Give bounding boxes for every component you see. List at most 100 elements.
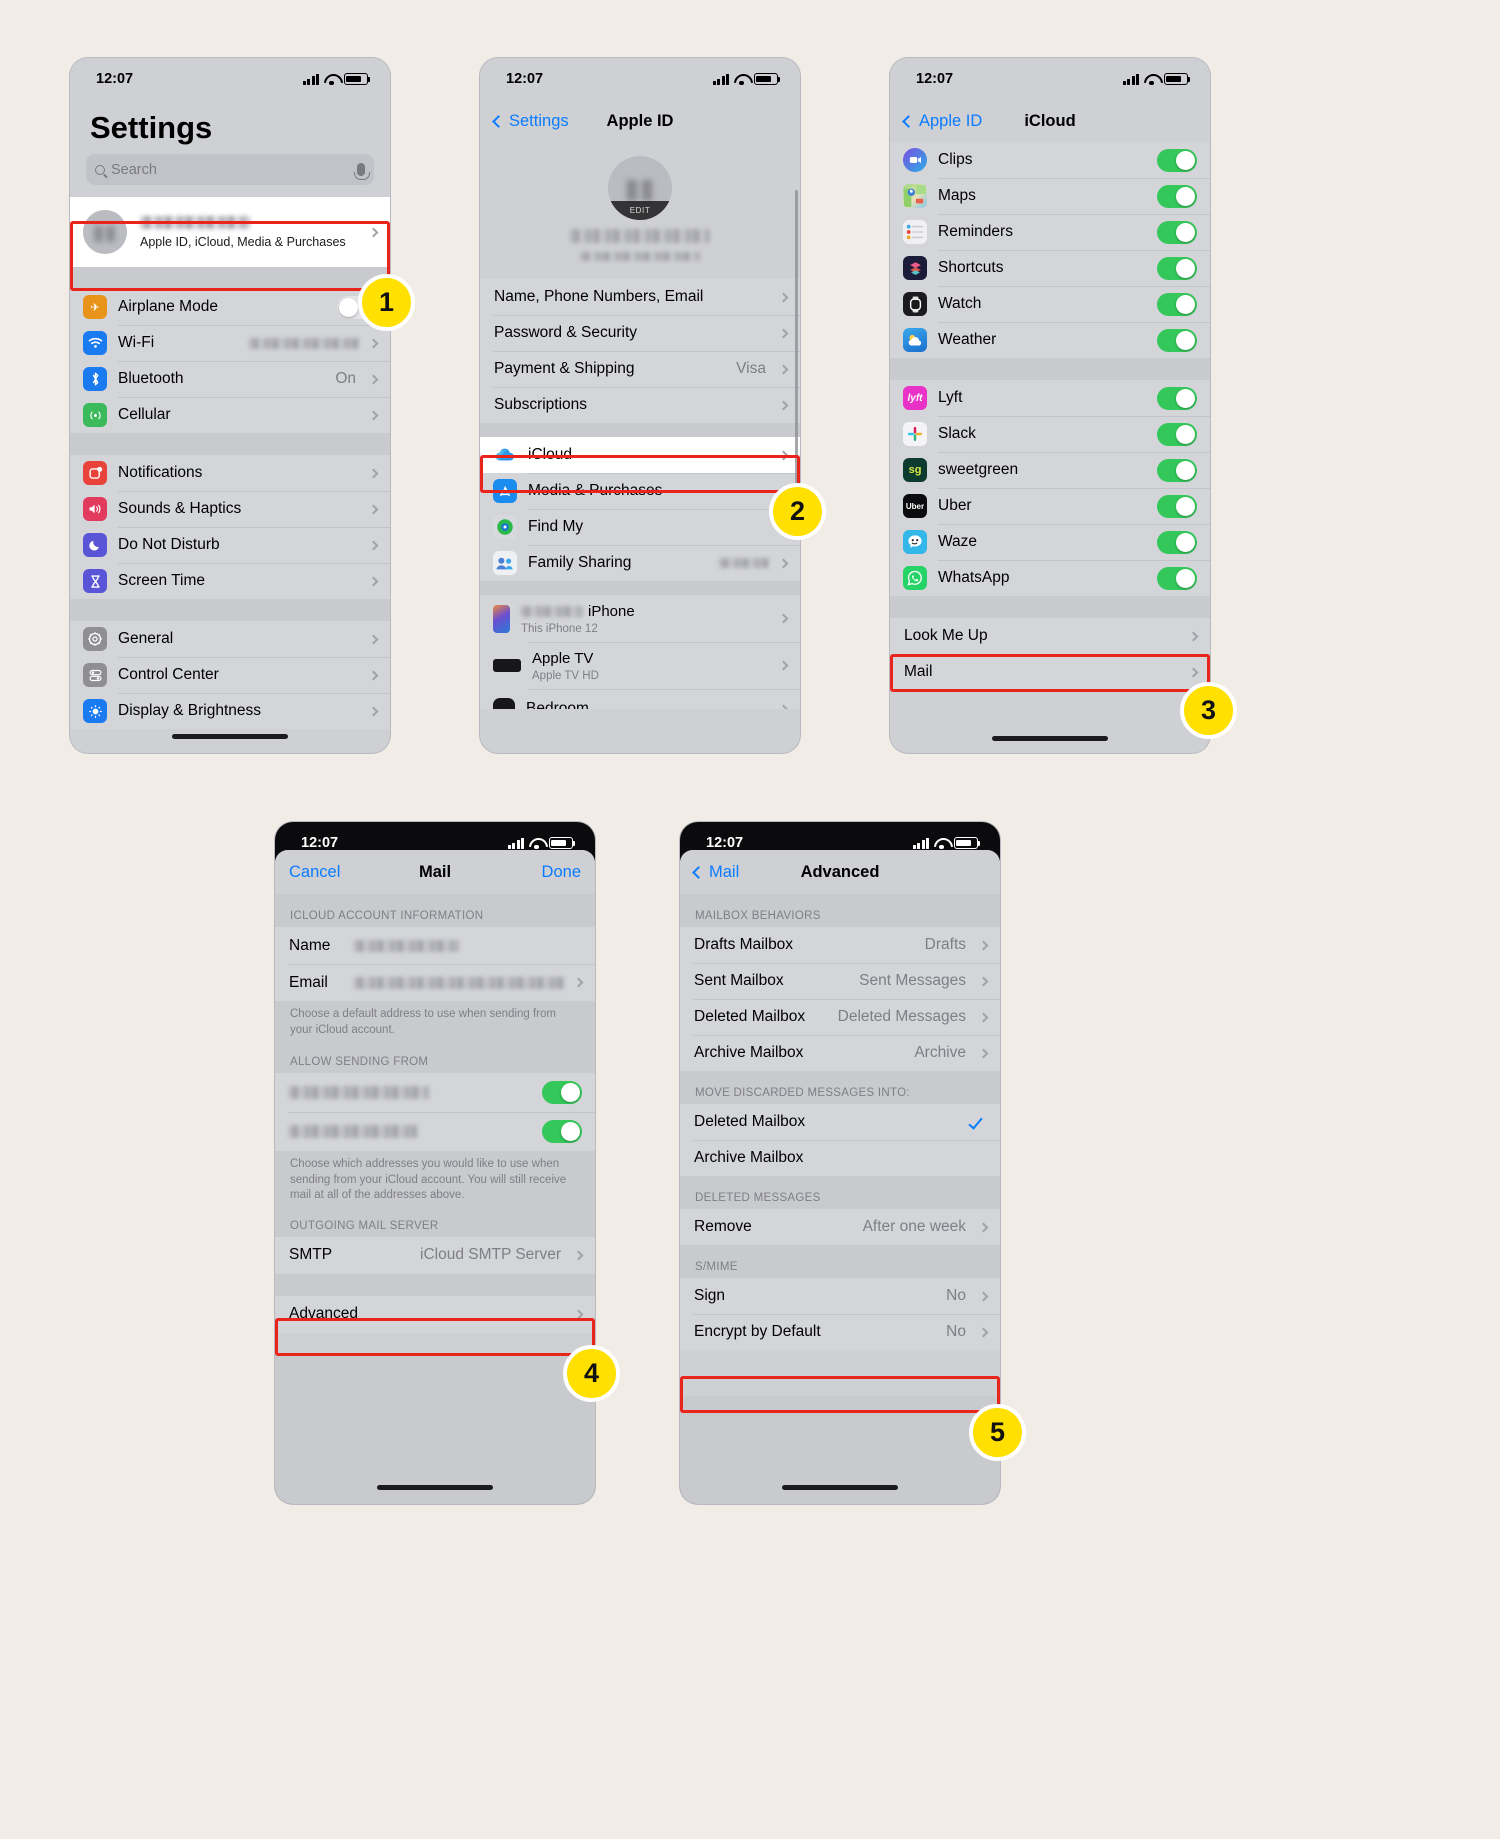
row-label: Wi-Fi xyxy=(118,334,155,351)
row-find-my[interactable]: Find My xyxy=(480,509,800,545)
toggle-clips[interactable] xyxy=(1157,148,1197,172)
icloud-app-row-watch[interactable]: Watch xyxy=(890,286,1210,322)
icloud-app-row-shortcuts[interactable]: Shortcuts xyxy=(890,250,1210,286)
toggle-weather[interactable] xyxy=(1157,328,1197,352)
row-password-security[interactable]: Password & Security xyxy=(480,315,800,351)
row-media-purchases[interactable]: Media & Purchases xyxy=(480,473,800,509)
chevron-left-icon xyxy=(902,114,915,128)
status-bar: 12:07 xyxy=(480,58,800,100)
row-encrypt-by-default[interactable]: Encrypt by Default No xyxy=(680,1314,1000,1350)
checkmark-icon xyxy=(968,1114,983,1130)
row-name[interactable]: Name xyxy=(275,927,595,964)
sidebar-item-notifications[interactable]: Notifications xyxy=(70,455,390,491)
apple-id-account-row[interactable]: ▮▮ Apple ID, iCloud, Media & Purchases xyxy=(70,197,390,267)
icloud-app-row-weather[interactable]: Weather xyxy=(890,322,1210,358)
back-button[interactable]: Apple ID xyxy=(902,112,982,131)
sidebar-item-control-center[interactable]: Control Center xyxy=(70,657,390,693)
row-label: General xyxy=(118,630,174,647)
toggle-whatsapp[interactable] xyxy=(1157,566,1197,590)
toggle-waze[interactable] xyxy=(1157,530,1197,554)
done-button[interactable]: Done xyxy=(542,863,581,882)
device-row-apple-tv[interactable]: Apple TV Apple TV HD xyxy=(480,642,800,689)
icloud-app-row-lyft[interactable]: lyft Lyft xyxy=(890,380,1210,416)
sidebar-item-display-brightness[interactable]: Display & Brightness xyxy=(70,693,390,729)
smime-group: Sign No Encrypt by Default No xyxy=(680,1278,1000,1350)
sidebar-item-airplane-mode[interactable]: ✈ Airplane Mode xyxy=(70,289,390,325)
toggle-sending-address-2[interactable] xyxy=(542,1120,582,1144)
row-archive-mailbox[interactable]: Archive Mailbox Archive xyxy=(680,1035,1000,1071)
chevron-right-icon xyxy=(573,977,584,988)
icloud-app-row-uber[interactable]: Uber Uber xyxy=(890,488,1210,524)
back-label: Settings xyxy=(509,111,569,130)
row-payment-shipping[interactable]: Payment & Shipping Visa xyxy=(480,351,800,387)
back-button[interactable]: Settings xyxy=(492,111,569,131)
search-input[interactable]: Search xyxy=(86,154,374,185)
sidebar-item-wifi[interactable]: Wi-Fi xyxy=(70,325,390,361)
sidebar-item-sounds-haptics[interactable]: Sounds & Haptics xyxy=(70,491,390,527)
section-divider xyxy=(275,1273,595,1296)
battery-icon xyxy=(549,837,576,849)
icloud-app-row-reminders[interactable]: Reminders xyxy=(890,214,1210,250)
shortcuts-icon xyxy=(903,256,927,280)
chevron-right-icon xyxy=(978,976,989,986)
account-subtitle: Apple ID, iCloud, Media & Purchases xyxy=(140,234,346,249)
toggle-watch[interactable] xyxy=(1157,292,1197,316)
row-drafts-mailbox[interactable]: Drafts Mailbox Drafts xyxy=(680,927,1000,963)
device-row-iphone[interactable]: iPhone This iPhone 12 xyxy=(480,595,800,642)
status-indicators xyxy=(1122,73,1191,86)
row-subscriptions[interactable]: Subscriptions xyxy=(480,387,800,423)
row-smtp[interactable]: SMTP iCloud SMTP Server xyxy=(275,1236,595,1274)
avatar[interactable]: ▮▮ EDIT xyxy=(608,156,672,220)
row-icloud[interactable]: iCloud xyxy=(480,437,800,473)
sidebar-item-bluetooth[interactable]: Bluetooth On xyxy=(70,361,390,397)
row-look-me-up[interactable]: Look Me Up xyxy=(890,618,1210,654)
search-placeholder: Search xyxy=(111,161,157,178)
toggle-sweetgreen[interactable] xyxy=(1157,458,1197,482)
toggle-slack[interactable] xyxy=(1157,422,1197,446)
toggle-lyft[interactable] xyxy=(1157,386,1197,410)
avatar-edit-label[interactable]: EDIT xyxy=(608,201,672,220)
icloud-app-row-waze[interactable]: Waze xyxy=(890,524,1210,560)
section-footer-allow-sending: Choose which addresses you would like to… xyxy=(275,1151,595,1216)
row-name-phone-email[interactable]: Name, Phone Numbers, Email xyxy=(480,279,800,315)
row-deleted-mailbox[interactable]: Deleted Mailbox Deleted Messages xyxy=(680,999,1000,1035)
row-label: Payment & Shipping xyxy=(494,360,635,377)
device-row-bedroom[interactable]: Bedroom xyxy=(480,689,800,709)
wifi-icon xyxy=(324,74,339,86)
toggle-sending-address-1[interactable] xyxy=(542,1081,582,1105)
scrollbar[interactable] xyxy=(795,190,798,500)
row-advanced[interactable]: Advanced xyxy=(275,1295,595,1333)
row-value: Archive xyxy=(914,1044,966,1061)
icloud-app-row-whatsapp[interactable]: WhatsApp xyxy=(890,560,1210,596)
toggle-reminders[interactable] xyxy=(1157,220,1197,244)
sidebar-item-screen-time[interactable]: Screen Time xyxy=(70,563,390,599)
icloud-app-row-clips[interactable]: Clips xyxy=(890,142,1210,178)
toggle-maps[interactable] xyxy=(1157,184,1197,208)
allow-sending-row-2[interactable] xyxy=(275,1112,595,1152)
icloud-app-row-sweetgreen[interactable]: sg sweetgreen xyxy=(890,452,1210,488)
row-discard-deleted-mailbox[interactable]: Deleted Mailbox xyxy=(680,1104,1000,1140)
row-discard-archive-mailbox[interactable]: Archive Mailbox xyxy=(680,1140,1000,1176)
row-family-sharing[interactable]: Family Sharing xyxy=(480,545,800,581)
chevron-right-icon xyxy=(368,410,379,420)
sidebar-item-cellular[interactable]: Cellular xyxy=(70,397,390,433)
back-button[interactable]: Mail xyxy=(692,863,739,882)
cancel-button[interactable]: Cancel xyxy=(289,863,340,882)
sidebar-item-do-not-disturb[interactable]: Do Not Disturb xyxy=(70,527,390,563)
toggle-uber[interactable] xyxy=(1157,494,1197,518)
row-sign[interactable]: Sign No xyxy=(680,1278,1000,1314)
row-email[interactable]: Email xyxy=(275,964,595,1001)
row-label: Cellular xyxy=(118,406,171,423)
microphone-icon[interactable] xyxy=(354,163,370,180)
row-mail[interactable]: Mail xyxy=(890,654,1210,690)
sidebar-item-general[interactable]: General xyxy=(70,621,390,657)
allow-sending-row-1[interactable] xyxy=(275,1073,595,1113)
row-sent-mailbox[interactable]: Sent Mailbox Sent Messages xyxy=(680,963,1000,999)
row-label: Drafts Mailbox xyxy=(694,936,794,953)
move-discarded-group: Deleted Mailbox Archive Mailbox xyxy=(680,1104,1000,1176)
icloud-app-row-slack[interactable]: Slack xyxy=(890,416,1210,452)
row-remove[interactable]: Remove After one week xyxy=(680,1209,1000,1245)
icloud-app-row-maps[interactable]: Maps xyxy=(890,178,1210,214)
toggle-shortcuts[interactable] xyxy=(1157,256,1197,280)
chevron-right-icon xyxy=(778,292,789,302)
